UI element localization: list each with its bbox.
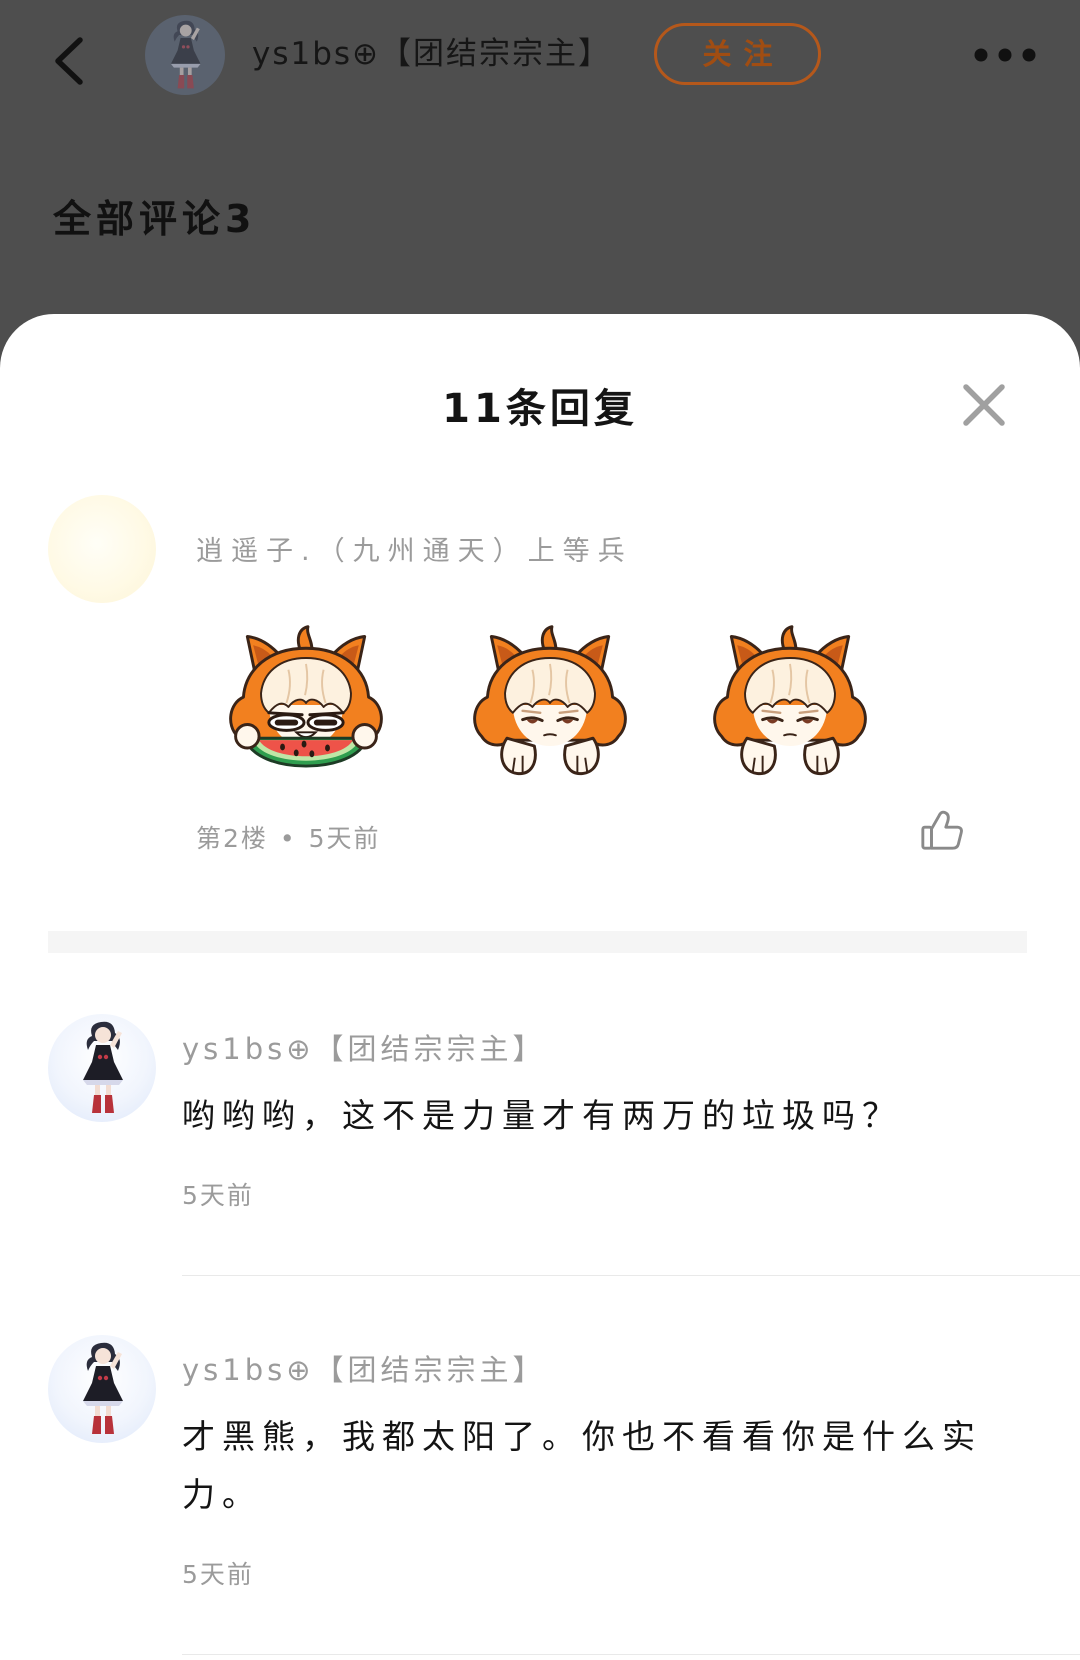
reply-user-name[interactable]: ys1bs⊕【团结宗宗主】 bbox=[182, 1352, 1080, 1388]
reply-avatar[interactable] bbox=[48, 1335, 156, 1443]
follow-button[interactable]: 关注 bbox=[654, 23, 821, 85]
sticker-sulky bbox=[462, 624, 638, 782]
back-button[interactable] bbox=[50, 34, 88, 88]
reply-text: 哟哟哟，这不是力量才有两万的垃圾吗？ bbox=[182, 1096, 902, 1135]
thumbs-up-icon bbox=[921, 810, 963, 850]
like-button[interactable] bbox=[919, 807, 965, 853]
reply-body: ys1bs⊕【团结宗宗主】 哟哟哟，这不是力量才有两万的垃圾吗？ 5天前 bbox=[182, 1014, 1080, 1276]
reply-time: 5天前 bbox=[182, 1560, 254, 1589]
reply-time: 5天前 bbox=[182, 1181, 254, 1210]
reply-divider bbox=[182, 1275, 1080, 1276]
floor-number: 第2楼 bbox=[196, 824, 268, 853]
main-comment-avatar[interactable] bbox=[48, 495, 156, 603]
sheet-title: 11条回复 bbox=[442, 386, 638, 432]
reply-body: ys1bs⊕【团结宗宗主】 才黑熊，我都太阳了。你也不看看你是什么实力。 5天前 bbox=[182, 1335, 1080, 1655]
reply-divider bbox=[182, 1654, 1080, 1655]
all-comments-heading: 全部评论3 bbox=[53, 197, 257, 241]
sticker-eating-watermelon bbox=[218, 624, 394, 782]
avatar-icon bbox=[145, 15, 225, 95]
close-icon bbox=[963, 384, 1005, 426]
sticker-sulky bbox=[702, 624, 878, 782]
author-name[interactable]: ys1bs⊕【团结宗宗主】 bbox=[252, 34, 611, 74]
main-comment-meta: 第2楼 • 5天前 bbox=[196, 822, 381, 856]
close-button[interactable] bbox=[961, 382, 1007, 428]
reply-sheet: 11条回复 逍遥子.（九州通天）上等兵 第2楼 • 5天前 ys1bs⊕【团结宗… bbox=[0, 314, 1080, 1660]
reply-text: 才黑熊，我都太阳了。你也不看看你是什么实力。 bbox=[182, 1417, 982, 1514]
more-button[interactable] bbox=[972, 46, 1038, 64]
comment-time: 5天前 bbox=[308, 824, 381, 853]
reply-avatar[interactable] bbox=[48, 1014, 156, 1122]
follow-label: 关注 bbox=[702, 37, 785, 71]
reply-item[interactable]: ys1bs⊕【团结宗宗主】 才黑熊，我都太阳了。你也不看看你是什么实力。 5天前 bbox=[0, 1335, 1080, 1655]
chevron-left-icon bbox=[55, 37, 83, 85]
reply-item[interactable]: ys1bs⊕【团结宗宗主】 哟哟哟，这不是力量才有两万的垃圾吗？ 5天前 bbox=[0, 1014, 1080, 1276]
reply-user-name[interactable]: ys1bs⊕【团结宗宗主】 bbox=[182, 1031, 1080, 1067]
reply-list: ys1bs⊕【团结宗宗主】 哟哟哟，这不是力量才有两万的垃圾吗？ 5天前 ys1… bbox=[0, 1014, 1080, 1655]
section-divider bbox=[48, 931, 1027, 953]
main-comment-user-name[interactable]: 逍遥子.（九州通天）上等兵 bbox=[196, 534, 633, 570]
avatar-icon bbox=[48, 1014, 156, 1122]
meta-separator: • bbox=[279, 824, 297, 853]
author-avatar[interactable] bbox=[145, 15, 225, 95]
avatar-icon bbox=[48, 1335, 156, 1443]
more-dots-icon bbox=[974, 48, 1036, 62]
